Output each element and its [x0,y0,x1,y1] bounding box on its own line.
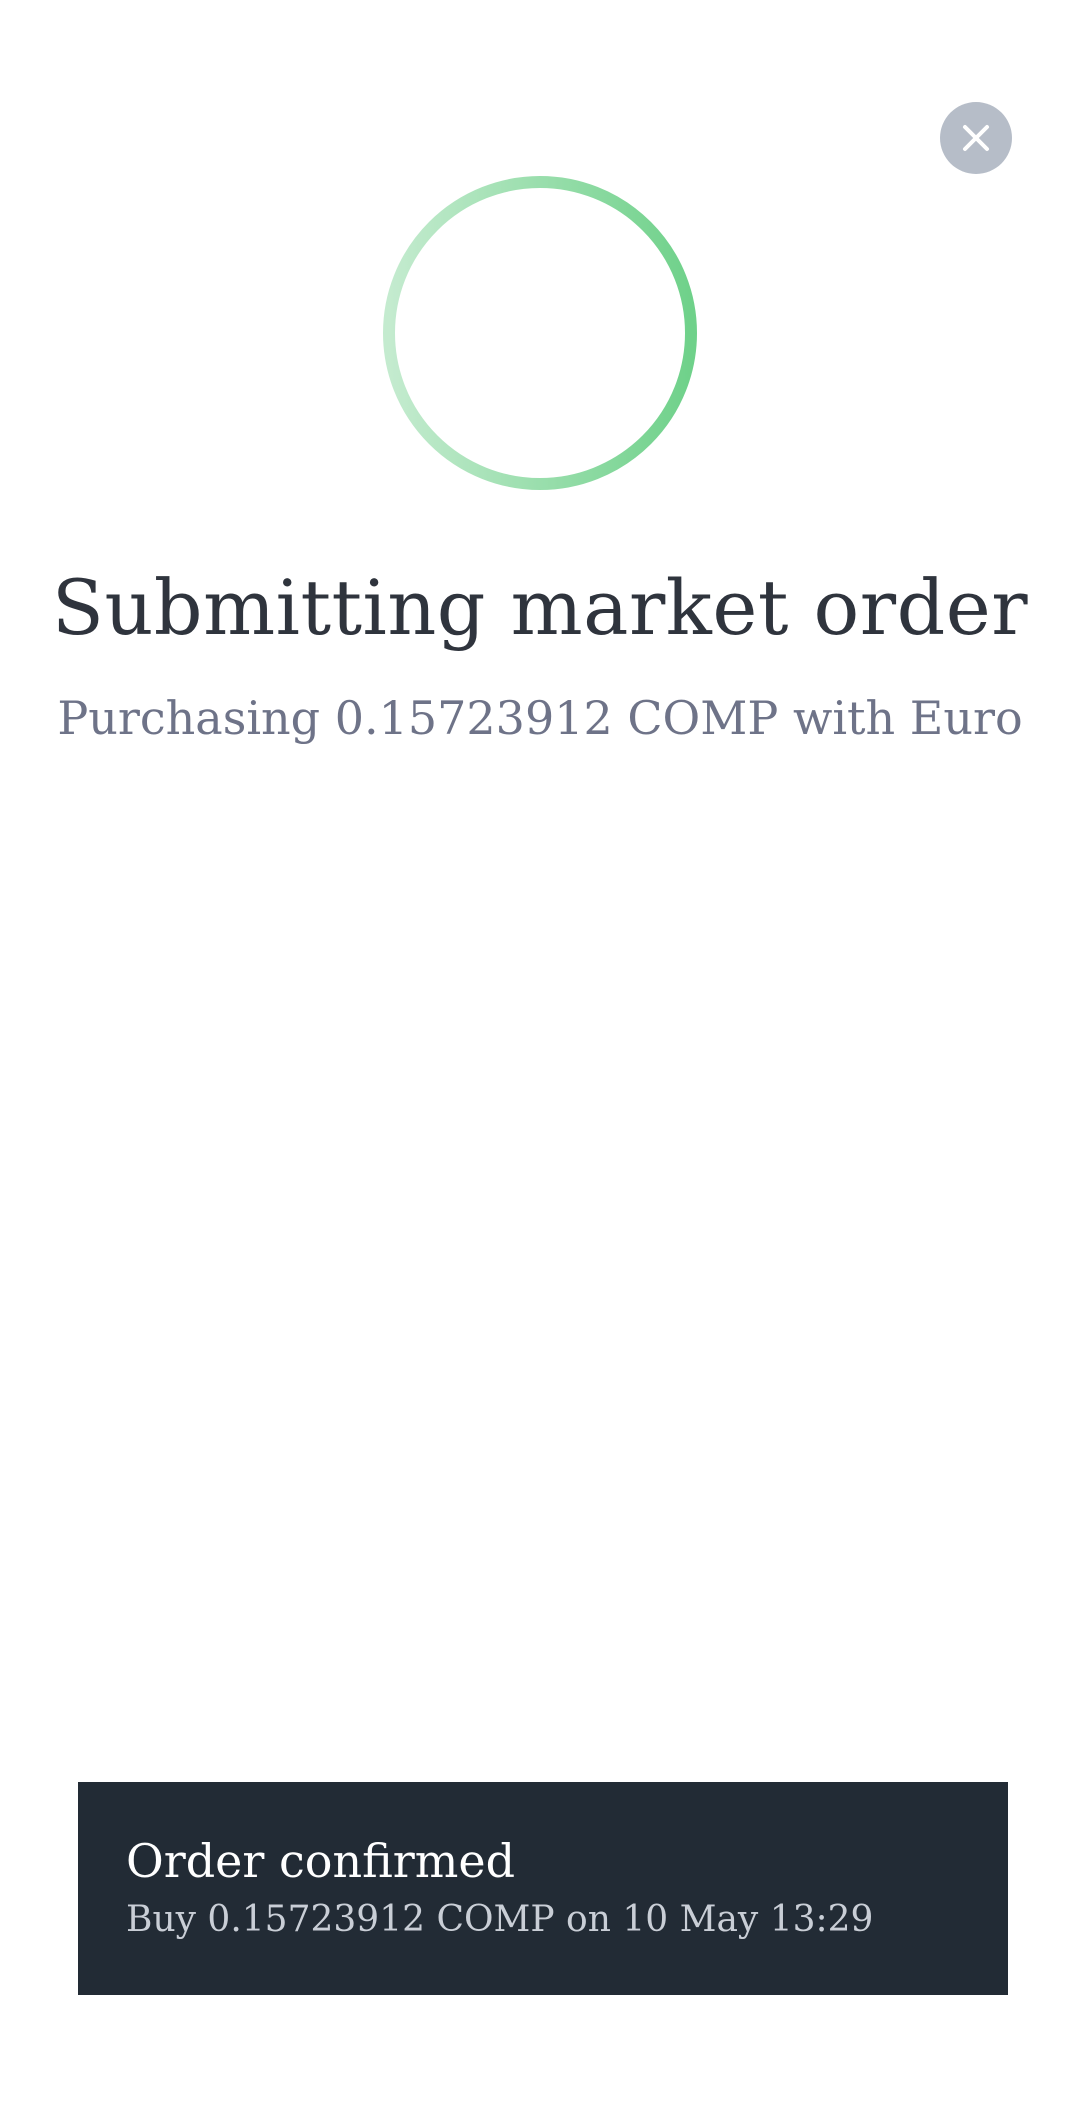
toast-title: Order confirmed [126,1834,516,1888]
loading-spinner-icon [382,175,698,491]
order-confirmed-toast[interactable]: Order confirmed Buy 0.15723912 COMP on 1… [78,1782,1008,1995]
toast-body: Buy 0.15723912 COMP on 10 May 13:29 [126,1899,874,1940]
close-icon [961,123,991,153]
close-button[interactable] [940,102,1012,174]
order-description: Purchasing 0.15723912 COMP with Euro [57,691,1023,745]
page-title: Submitting market order [51,563,1029,652]
